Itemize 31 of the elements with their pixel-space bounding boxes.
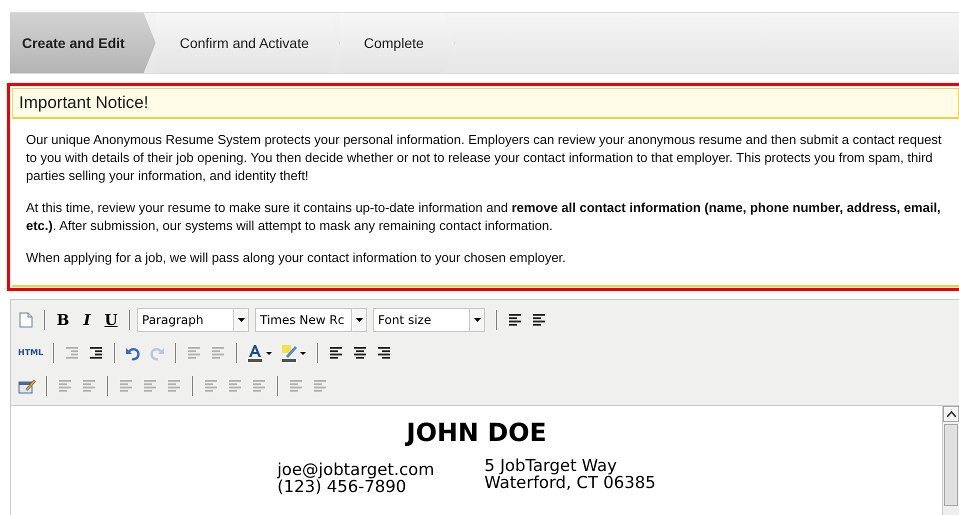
document-icon: [19, 312, 33, 328]
dropdown-field[interactable]: Times New Rc: [255, 308, 367, 332]
address-line: Waterford, CT 06385: [484, 474, 656, 491]
bold-button[interactable]: B: [52, 308, 74, 332]
notice-paragraph: Our unique Anonymous Resume System protects your personal information. Employers can review your anonymous resume and then submit a contact request to you with details of their job opening. You then decide whether or not to release your contact information to that employer. This protects you from spam, third parties selling your information, and identity theft!: [26, 131, 943, 185]
address-line: 5 JobTarget Way: [484, 457, 618, 474]
caret-icon: [356, 318, 362, 322]
scroll-up-icon: [946, 411, 956, 417]
resume-name: JOHN DOE: [404, 418, 548, 447]
caret-icon: [238, 318, 244, 322]
italic-button[interactable]: I: [76, 308, 98, 332]
align-right-icon: [376, 344, 392, 360]
contact-line: (123) 456-7890: [277, 478, 406, 495]
notice-title: Important Notice!: [12, 88, 959, 119]
text-color-icon: [247, 344, 274, 362]
align-center-icon: [352, 344, 368, 360]
html-button[interactable]: HTML: [15, 340, 46, 364]
indent-icon: [88, 344, 104, 360]
scrollbar[interactable]: [942, 406, 959, 515]
align-left-icon: [328, 344, 344, 360]
table-edit-icon: [18, 378, 36, 394]
notice-paragraph: When applying for a job, we will pass along your contact information to your chosen employer.: [26, 249, 567, 267]
highlight-icon: [281, 344, 308, 362]
step-tab[interactable]: Create and Edit: [10, 13, 156, 73]
caret-icon: [474, 318, 480, 322]
contact-line: joe@jobtarget.com: [277, 461, 434, 478]
dropdown-field[interactable]: Font size: [373, 308, 485, 332]
notice-paragraph: At this time, review your resume to make sure it contains up-to-date information and remove all contact information (name, phone number, address, email, etc.). After submission, our systems will attempt to mask any remaining contact information.: [26, 199, 942, 235]
underline-button[interactable]: U: [100, 308, 122, 332]
dropdown-field[interactable]: Paragraph: [137, 308, 249, 332]
outdent-icon: [64, 344, 80, 360]
